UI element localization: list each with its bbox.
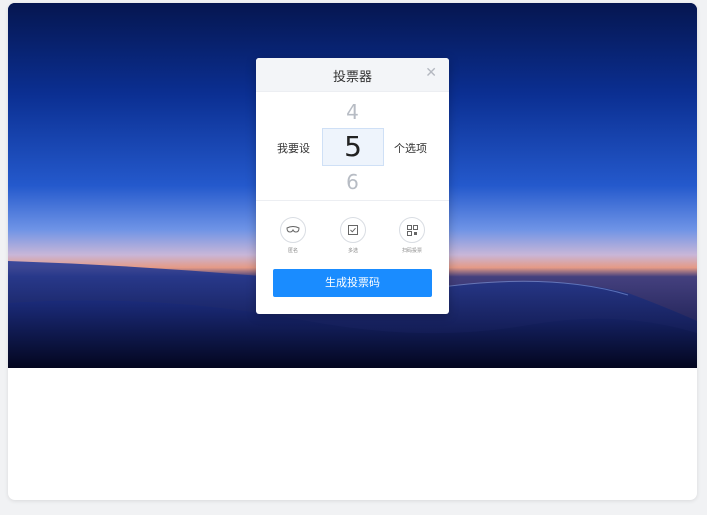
app-frame: 投票器 ✕ 4 我要设 5 个选项 6 匿名 多选 扫码投票 生成投票码 <box>8 3 697 500</box>
dialog-header: 投票器 ✕ <box>256 58 449 92</box>
checkbox-icon <box>340 217 366 243</box>
vote-type-multiple[interactable]: 多选 <box>333 217 373 254</box>
option-count-picker[interactable]: 4 我要设 5 个选项 6 <box>256 92 449 200</box>
vote-type-label: 多选 <box>347 248 358 254</box>
vote-dialog: 投票器 ✕ 4 我要设 5 个选项 6 匿名 多选 扫码投票 生成投票码 <box>256 58 449 314</box>
picker-suffix-label: 个选项 <box>394 142 427 155</box>
vote-type-anonymous[interactable]: 匿名 <box>273 217 313 254</box>
dialog-title: 投票器 <box>332 70 372 85</box>
mask-icon <box>280 217 306 243</box>
qrcode-icon <box>399 217 425 243</box>
vote-type-label: 匿名 <box>287 248 298 254</box>
vote-type-qrcode[interactable]: 扫码投票 <box>392 217 432 254</box>
vote-type-label: 扫码投票 <box>401 248 422 254</box>
picker-current-value[interactable]: 5 <box>322 128 384 166</box>
picker-prev-value[interactable]: 4 <box>256 100 449 124</box>
vote-type-options: 匿名 多选 扫码投票 <box>256 201 449 263</box>
picker-prefix-label: 我要设 <box>277 142 310 155</box>
picker-next-value[interactable]: 6 <box>256 170 449 194</box>
close-icon[interactable]: ✕ <box>425 65 437 81</box>
generate-vote-code-button[interactable]: 生成投票码 <box>273 269 432 297</box>
